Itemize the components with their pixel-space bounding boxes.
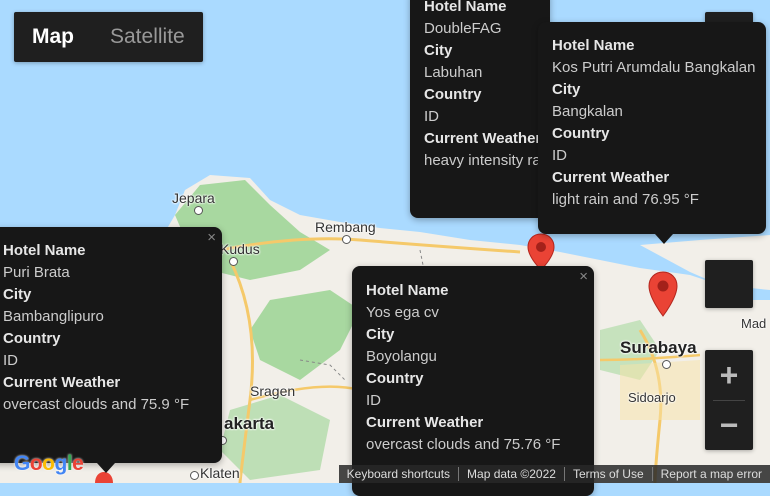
google-logo[interactable]: Google [14,452,84,476]
map-data-attribution: Map data ©2022 [458,467,564,481]
place-label-sragen: Sragen [250,383,296,399]
country-label: Country [424,86,482,103]
hotel-name-label: Hotel Name [424,0,507,15]
place-label-sidoarjo: Sidoarjo [628,390,676,405]
country-value: ID [552,147,567,164]
city-value: Boyolangu [366,348,437,365]
info-window: Hotel Name Kos Putri Arumdalu Bangkalan … [538,22,766,244]
info-window-tail [97,463,115,473]
place-dot-klaten [190,471,199,480]
weather-label: Current Weather [552,169,670,186]
city-label: City [424,42,453,59]
place-label-kudus: Kudus [220,241,260,257]
country-label: Country [3,330,61,347]
city-value: Bambanglipuro [3,308,104,325]
place-label-rembang: Rembang [315,219,376,235]
info-window: × Hotel Name Puri Brata City Bambanglipu… [0,227,222,473]
weather-label: Current Weather [366,414,484,431]
close-icon[interactable]: × [579,268,588,285]
weather-value: light rain and 76.95 °F [552,191,699,208]
marker-pin-icon[interactable] [647,270,679,318]
hotel-name-label: Hotel Name [3,242,86,259]
place-dot-surabaya [662,360,671,369]
city-value: Bangkalan [552,103,623,120]
street-view-pegman-button[interactable] [705,260,753,308]
city-value: Labuhan [424,64,483,81]
country-label: Country [366,370,424,387]
country-value: ID [3,352,18,369]
weather-value: heavy intensity rain [424,152,550,169]
place-label-surakarta: akarta [224,414,275,433]
info-window-tail [655,234,673,244]
weather-value: overcast clouds and 75.76 °F [366,436,561,453]
country-value: ID [366,392,381,409]
place-dot-rembang [342,235,351,244]
place-label-surabaya: Surabaya [620,338,697,357]
place-label-jepara: Jepara [172,190,215,206]
country-label: Country [552,125,610,142]
map-type-map-button[interactable]: Map [14,12,92,62]
hotel-name-value: Kos Putri Arumdalu Bangkalan [552,59,756,76]
weather-value: overcast clouds and 75.9 °F [3,396,190,413]
zoom-control: + − [705,350,753,450]
hotel-name-label: Hotel Name [552,37,635,54]
city-label: City [366,326,395,343]
hotel-name-value: Yos ega cv [366,304,439,321]
city-label: City [3,286,32,303]
country-value: ID [424,108,439,125]
map-footer: Keyboard shortcuts Map data ©2022 Terms … [338,465,770,483]
map-type-satellite-button[interactable]: Satellite [92,12,203,62]
place-label-madura: Mad [741,316,767,331]
zoom-out-button[interactable]: − [720,401,739,450]
keyboard-shortcuts-link[interactable]: Keyboard shortcuts [339,467,458,481]
place-dot-jepara [194,206,203,215]
weather-label: Current Weather [3,374,121,391]
hotel-name-value: DoubleFAG [424,20,502,37]
weather-label: Current Weather [424,130,542,147]
place-label-klaten: Klaten [200,465,240,481]
info-window: Hotel Name DoubleFAG City Labuhan Countr… [410,0,550,218]
hotel-name-value: Puri Brata [3,264,70,281]
hotel-name-label: Hotel Name [366,282,449,299]
close-icon[interactable]: × [207,229,216,246]
place-dot-kudus [229,257,238,266]
report-map-error-link[interactable]: Report a map error [651,467,770,481]
city-label: City [552,81,581,98]
map-type-control: Map Satellite [14,12,203,62]
terms-of-use-link[interactable]: Terms of Use [563,467,652,481]
zoom-in-button[interactable]: + [720,350,739,400]
info-window: × Hotel Name Yos ega cv City Boyolangu C… [352,266,594,496]
